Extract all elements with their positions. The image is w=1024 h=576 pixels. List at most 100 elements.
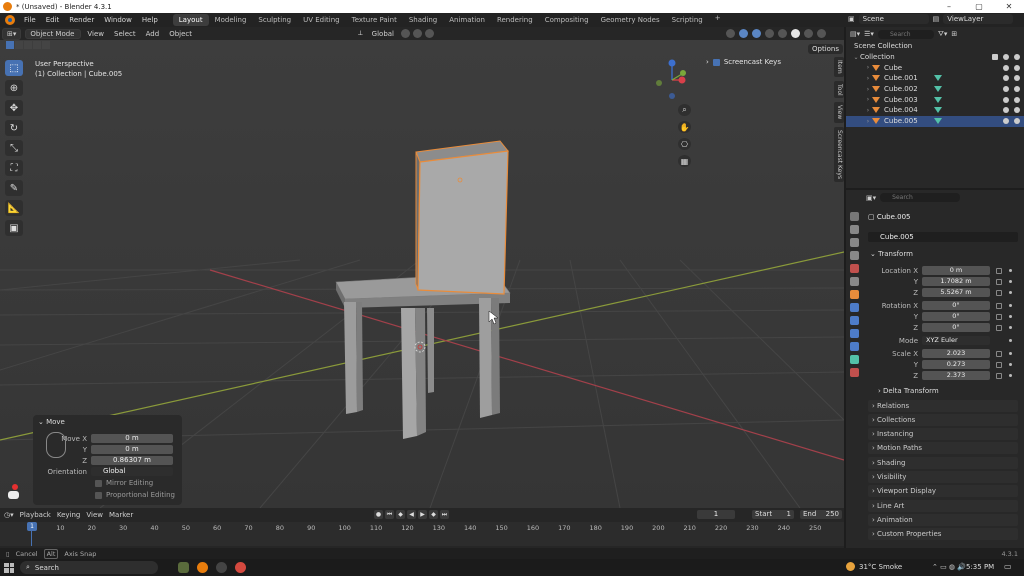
gizmo-toggle-icon[interactable]: [739, 29, 748, 38]
object-mode-dropdown[interactable]: Object Mode: [25, 28, 82, 39]
keyframe-dot-icon[interactable]: [1009, 304, 1012, 307]
checkbox-icon[interactable]: [712, 58, 720, 66]
move-y-field[interactable]: 0 m: [91, 445, 173, 454]
object-name-field[interactable]: Cube.005: [868, 232, 1018, 242]
lock-icon[interactable]: [996, 313, 1002, 320]
outliner-item-cube-001[interactable]: › Cube.001: [846, 73, 1024, 84]
viewport-display-panel-header[interactable]: › Viewport Display: [868, 485, 1018, 497]
tab-layout[interactable]: Layout: [172, 14, 209, 26]
keyframe-dot-icon[interactable]: [1009, 374, 1012, 377]
marker-menu[interactable]: Marker: [109, 511, 133, 519]
scene-selector[interactable]: Scene: [858, 14, 929, 24]
outliner-item-cube-005[interactable]: › Cube.005: [846, 115, 1024, 127]
add-cube-tool-icon[interactable]: ▣: [5, 220, 23, 236]
tab-compositing[interactable]: Compositing: [539, 14, 595, 26]
visibility-icon[interactable]: [726, 29, 735, 38]
options-dropdown[interactable]: Options: [808, 44, 844, 54]
blender-taskbar-icon[interactable]: [197, 562, 208, 573]
scale-y-field[interactable]: 0.273: [922, 360, 990, 369]
visibility-panel-header[interactable]: › Visibility: [868, 471, 1018, 483]
next-key-icon[interactable]: ◆: [429, 510, 438, 519]
output-tab-icon[interactable]: [849, 238, 859, 247]
taskbar-search[interactable]: ⌕ Search: [20, 561, 158, 574]
move-x-field[interactable]: 0 m: [91, 434, 173, 443]
orientation-dropdown[interactable]: Global: [368, 29, 398, 39]
tab-screencast-keys[interactable]: Screencast Keys: [834, 126, 844, 182]
weather-widget[interactable]: 31°C Smoke: [846, 562, 902, 571]
maximize-button[interactable]: ▢: [964, 2, 994, 11]
keyframe-dot-icon[interactable]: [1009, 280, 1012, 283]
close-button[interactable]: ✕: [994, 2, 1024, 11]
render-tab-icon[interactable]: [849, 225, 859, 234]
start-frame-field[interactable]: Start 1: [752, 510, 794, 519]
move-tool-icon[interactable]: ✥: [5, 100, 23, 116]
scale-z-field[interactable]: 2.373: [922, 371, 990, 380]
current-frame-field[interactable]: 1: [697, 510, 735, 519]
outliner-item-cube-004[interactable]: › Cube.004: [846, 105, 1024, 116]
shading-panel-header[interactable]: › Shading: [868, 457, 1018, 469]
motion-paths-panel-header[interactable]: › Motion Paths: [868, 442, 1018, 454]
tab-tool[interactable]: Tool: [834, 80, 844, 99]
keyframe-dot-icon[interactable]: [1009, 363, 1012, 366]
line-art-panel-header[interactable]: › Line Art: [868, 500, 1018, 512]
playhead[interactable]: 1: [27, 522, 37, 531]
jump-start-icon[interactable]: ⏮: [385, 510, 394, 519]
keyframe-dot-icon[interactable]: [1009, 291, 1012, 294]
jump-end-icon[interactable]: ⏭: [440, 510, 449, 519]
modifier-tab-icon[interactable]: [849, 303, 859, 312]
add-workspace-button[interactable]: +: [709, 14, 727, 26]
tab-shading[interactable]: Shading: [403, 14, 443, 26]
location-x-field[interactable]: 0 m: [922, 266, 990, 275]
proportional-checkbox[interactable]: [95, 491, 102, 499]
camera-icon[interactable]: [1014, 96, 1020, 103]
proportional-editing-check[interactable]: Proportional Editing: [95, 491, 175, 499]
menu-edit[interactable]: Edit: [41, 16, 65, 24]
tool-settings-tab-icon[interactable]: [849, 212, 859, 221]
eye-icon[interactable]: [1003, 64, 1009, 71]
collections-panel-header[interactable]: › Collections: [868, 414, 1018, 426]
scale-tool-icon[interactable]: ⤡: [5, 140, 23, 156]
outliner-item-cube-003[interactable]: › Cube.003: [846, 94, 1024, 105]
keyframe-dot-icon[interactable]: [1009, 326, 1012, 329]
operator-title[interactable]: ⌄ Move: [33, 415, 182, 429]
delta-transform-header[interactable]: › Delta Transform: [878, 387, 939, 395]
select-extend-icon[interactable]: [15, 41, 23, 49]
annotate-tool-icon[interactable]: ✎: [5, 180, 23, 196]
scene-collection-row[interactable]: Scene Collection: [846, 41, 1024, 52]
rotation-z-field[interactable]: 0°: [922, 323, 990, 332]
blender-logo-icon[interactable]: [5, 15, 15, 25]
camera-icon[interactable]: [1014, 107, 1020, 114]
animation-panel-header[interactable]: › Animation: [868, 514, 1018, 526]
particles-tab-icon[interactable]: [849, 316, 859, 325]
eye-icon[interactable]: [1003, 54, 1009, 61]
select-new-icon[interactable]: [6, 41, 14, 49]
new-collection-icon[interactable]: ⊞: [951, 30, 957, 38]
pan-hand-icon[interactable]: ✋: [678, 121, 691, 133]
outliner-item-cube-002[interactable]: › Cube.002: [846, 84, 1024, 95]
tab-geometry-nodes[interactable]: Geometry Nodes: [595, 14, 666, 26]
lock-icon[interactable]: [996, 324, 1002, 331]
snap-icon[interactable]: [413, 29, 423, 38]
timeline-view-menu[interactable]: View: [86, 511, 103, 519]
eye-icon[interactable]: [1003, 107, 1009, 114]
transform-tool-icon[interactable]: ⛶: [5, 160, 23, 176]
camera-icon[interactable]: [1014, 64, 1020, 71]
keying-menu[interactable]: Keying: [57, 511, 81, 519]
rendered-shading-icon[interactable]: [817, 29, 826, 38]
tab-modeling[interactable]: Modeling: [209, 14, 253, 26]
camera-icon[interactable]: [1014, 75, 1020, 82]
keyframe-dot-icon[interactable]: [1009, 352, 1012, 355]
view-menu[interactable]: View: [83, 29, 108, 39]
data-tab-icon[interactable]: [849, 355, 859, 364]
eye-icon[interactable]: [1003, 118, 1009, 125]
scale-x-field[interactable]: 2.023: [922, 349, 990, 358]
landscape-widget-icon[interactable]: [178, 562, 189, 573]
outliner-editor-icon[interactable]: ▤▾: [850, 30, 860, 38]
play-icon[interactable]: ▶: [418, 510, 427, 519]
tab-rendering[interactable]: Rendering: [491, 14, 539, 26]
expand-collection-icon[interactable]: ⌄: [852, 54, 860, 61]
move-z-field[interactable]: 0.86307 m: [91, 456, 173, 465]
world-tab-icon[interactable]: [849, 277, 859, 286]
mirror-checkbox[interactable]: [95, 479, 102, 487]
eye-icon[interactable]: [1003, 75, 1009, 82]
